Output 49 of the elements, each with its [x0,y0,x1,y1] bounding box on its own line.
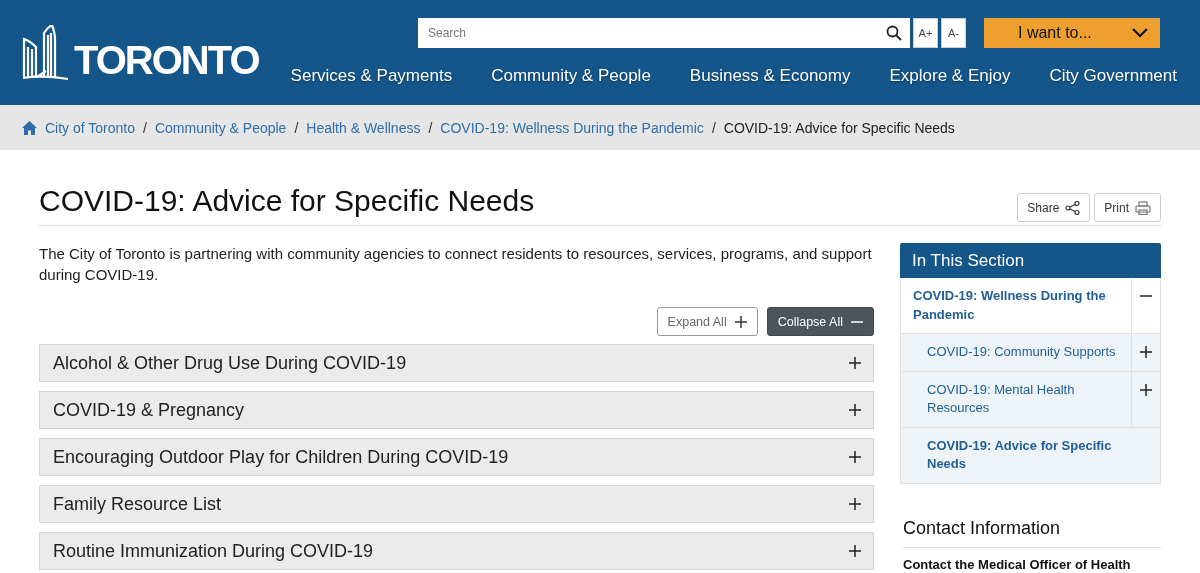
contact-heading: Contact Information [903,517,1161,548]
printer-icon [1135,200,1151,215]
section-link[interactable]: COVID-19: Advice for Specific Needs [901,427,1160,483]
breadcrumb-separator: / [143,119,147,136]
breadcrumb-link[interactable]: COVID-19: Wellness During the Pandemic [440,119,704,136]
print-button[interactable]: Print [1094,193,1161,222]
plus-icon [1140,346,1152,358]
accordion-header[interactable]: Family Resource List [39,485,874,523]
accordion-header[interactable]: Routine Immunization During COVID-19 [39,532,874,570]
nav-link[interactable]: Community & People [491,66,651,86]
plus-icon [734,315,747,328]
breadcrumb-separator: / [294,119,299,136]
accordion-header[interactable]: Encouraging Outdoor Play for Children During COVID-19 [39,438,874,476]
page-title: COVID-19: Advice for Specific Needs [39,184,535,218]
nav-link[interactable]: Business & Economy [689,66,851,86]
contact-text: Contact the Medical Officer of Health [903,556,1132,572]
collapse-all-button[interactable]: Collapse All [766,307,874,336]
chevron-down-icon [1132,28,1148,38]
page-location-text: COVID-19: Advice for Specific Needs [723,119,955,136]
plus-icon [849,545,861,557]
accordion-header[interactable]: Alcohol & Other Drug Use During COVID-19 [39,344,874,382]
nav-link[interactable]: City Government [1049,66,1177,86]
font-size-button[interactable]: A- [941,18,966,48]
home-icon[interactable] [22,120,37,135]
breadcrumb-link[interactable]: Health & Wellness [306,119,421,136]
search-icon [886,25,902,41]
search-field[interactable]: Search [418,18,878,48]
breadcrumb-link[interactable]: Community & People [154,119,287,136]
logo-text: TORONTO [74,40,259,80]
accordion-header[interactable]: COVID-19 & Pregnancy [39,391,874,429]
plus-icon [849,404,861,416]
plus-icon [1140,383,1152,396]
plus-icon [849,451,861,463]
section-nav-title: In This Section [900,243,1161,278]
plus-icon [849,357,861,369]
city-hall-icon [22,25,70,82]
breadcrumb-separator: / [711,119,716,136]
breadcrumb-link[interactable]: City of Toronto [45,119,135,136]
nav-link[interactable]: Services & Payments [290,66,453,86]
search-button[interactable] [878,18,910,48]
font-size-button[interactable]: A+ [913,18,938,48]
nav-link[interactable]: Explore & Enjoy [889,66,1011,86]
share-icon [1065,200,1081,215]
i-want-to-button[interactable]: I want to... [984,18,1160,48]
intro-paragraph: The City of Toronto is partnering with community agencies to connect residents to resources, services, programs, and support during COVID-19. [39,244,873,285]
share-button[interactable]: Share [1017,193,1091,222]
expand-all-button[interactable]: Expand All [656,307,758,336]
breadcrumb-separator: / [428,119,433,136]
plus-icon [849,498,861,510]
